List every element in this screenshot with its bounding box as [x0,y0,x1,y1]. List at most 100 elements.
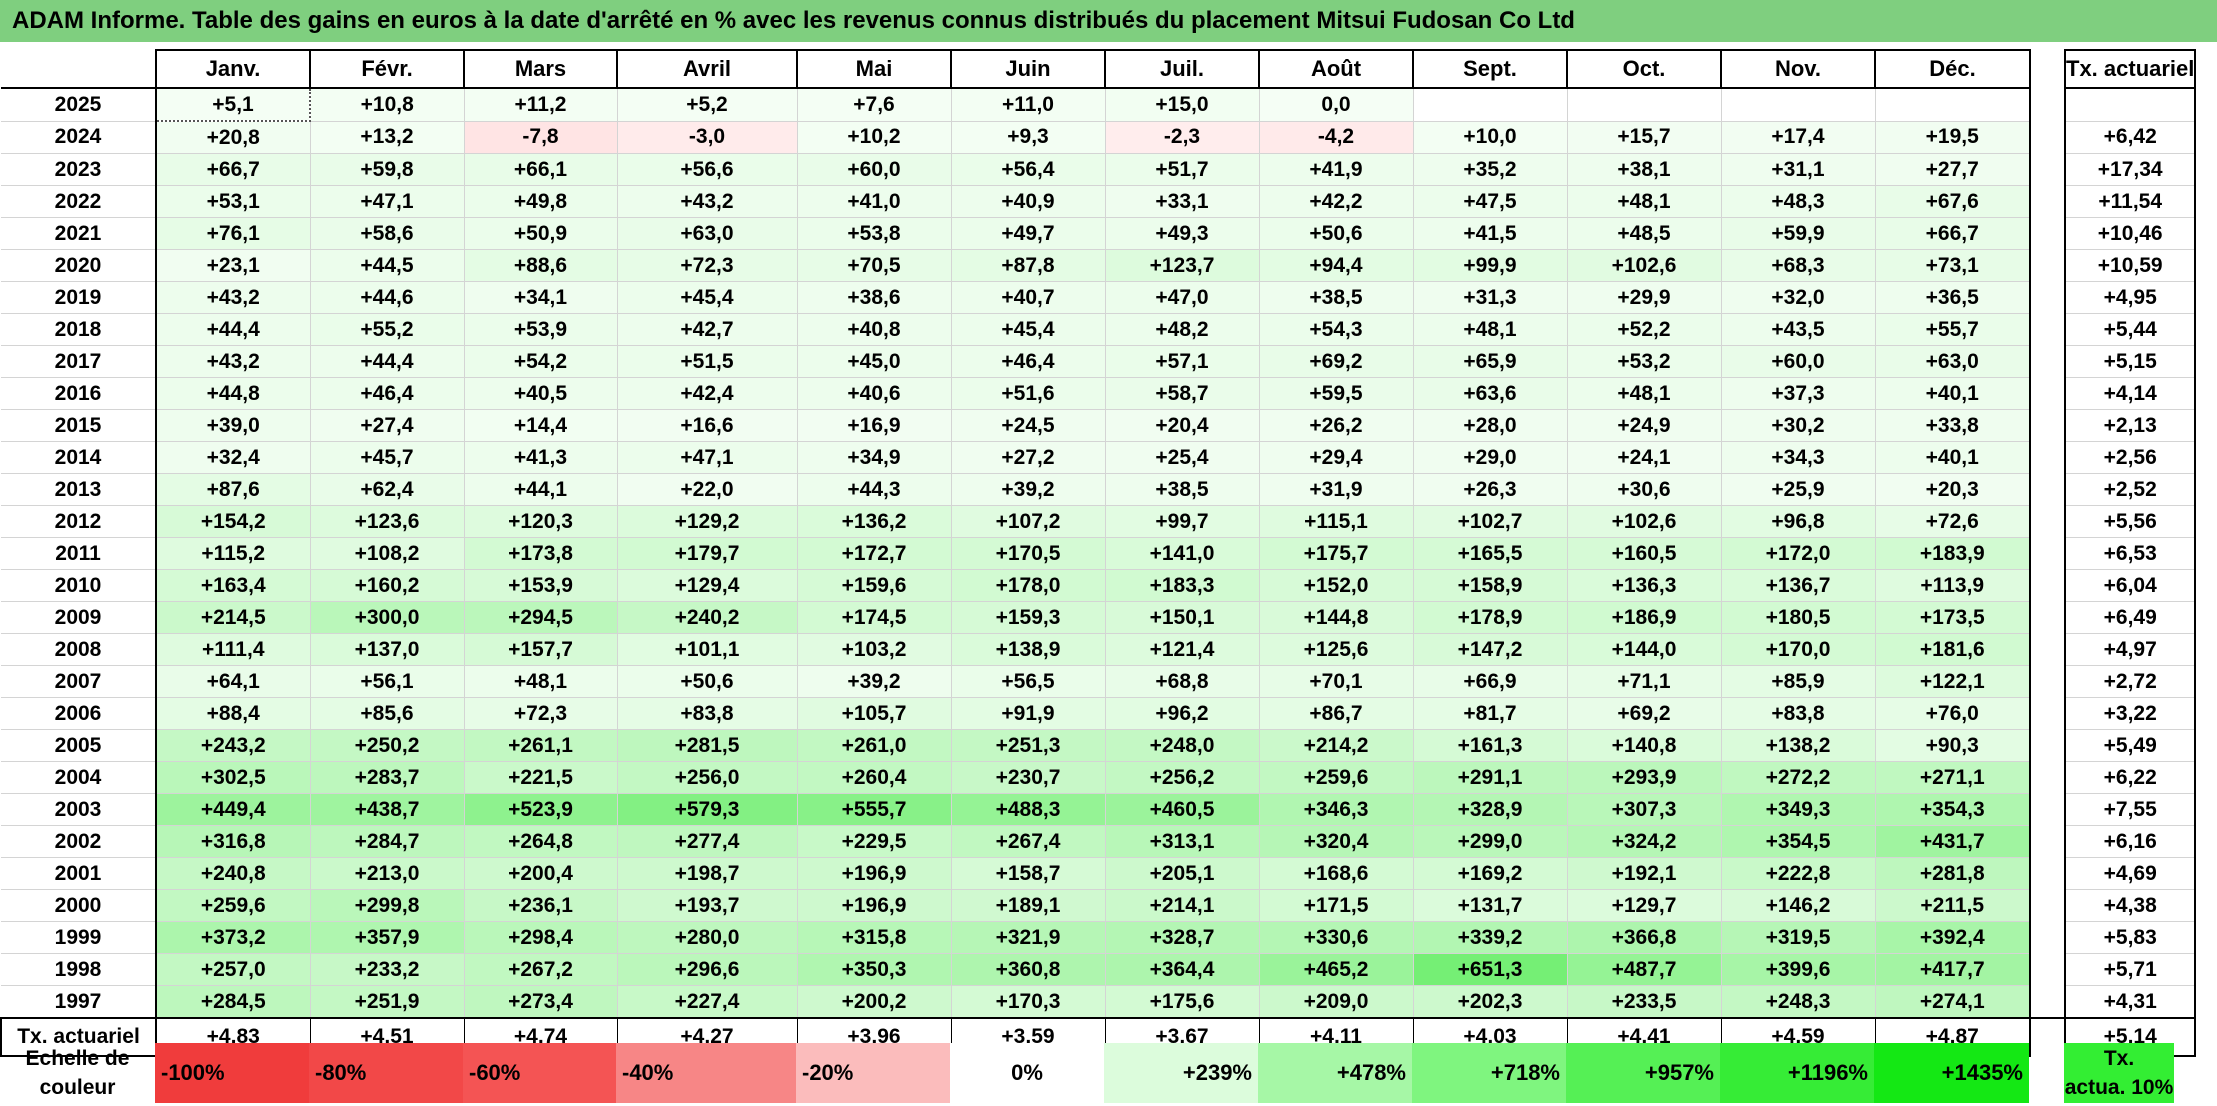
table-row: 2010 +163,4 +160,2 +153,9 +129,4 +159,6 +178,0… [1,569,2197,602]
gain-cell: +71,1 [1566,665,1722,698]
gain-cell: +250,2 [309,729,465,762]
table-row: 2022 +53,1 +47,1 +49,8 +43,2 +41,0 +40,9 +33,1 +… [1,185,2197,218]
gain-cell: +39,2 [950,473,1106,506]
gain-cell: +307,3 [1566,793,1722,826]
gain-cell: +137,0 [309,633,465,666]
actuarial-rate-cell [2063,87,2197,122]
table-row: 2020 +23,1 +44,5 +88,6 +72,3 +70,5 +87,8 +123,7… [1,249,2197,282]
gain-cell: +211,5 [1874,889,2031,922]
gain-cell: +40,9 [950,185,1106,218]
gain-cell: +62,4 [309,473,465,506]
color-scale-step: 0% [950,1043,1104,1103]
actuarial-header: Tx. actuariel [2063,49,2197,89]
gain-cell: +15,0 [1104,87,1260,122]
gain-cell: +56,1 [309,665,465,698]
gain-cell: +523,9 [463,793,618,826]
actuarial-rate-cell: +2,72 [2063,665,2197,698]
color-scale-legend: Echelle de couleur -100% -80% -60% -40% -20%… [0,1043,2174,1103]
gain-cell: +99,9 [1412,249,1568,282]
gain-cell: +66,7 [155,153,311,186]
gain-cell: +163,4 [155,569,311,602]
gain-cell: +63,6 [1412,377,1568,410]
gain-cell: +131,7 [1412,889,1568,922]
table-row: 2007 +64,1 +56,1 +48,1 +50,6 +39,2 +56,5 +68,8 +… [1,665,2197,698]
gain-cell: +66,7 [1874,217,2031,250]
actuarial-rate-cell: +5,15 [2063,345,2197,378]
gain-cell: +66,1 [463,153,618,186]
gain-cell: +248,0 [1104,729,1260,762]
gain-cell: +34,3 [1720,441,1876,474]
year-cell: 2020 [1,249,157,282]
gain-cell: +236,1 [463,889,618,922]
gain-cell: +46,4 [309,377,465,410]
gain-cell: +30,2 [1720,409,1876,442]
column-gap [2030,985,2065,1019]
gain-cell: +438,7 [309,793,465,826]
gain-cell: +45,7 [309,441,465,474]
month-header: Oct. [1566,49,1722,89]
gain-cell: +158,7 [950,857,1106,890]
column-gap [2030,761,2065,794]
gain-cell: +42,2 [1258,185,1414,218]
gain-cell: +160,5 [1566,537,1722,570]
gain-cell: +161,3 [1412,729,1568,762]
gain-cell: +214,1 [1104,889,1260,922]
gain-cell: +129,2 [616,505,798,538]
gain-cell: +267,2 [463,953,618,986]
gain-cell: +293,9 [1566,761,1722,794]
gain-cell: +41,9 [1258,153,1414,186]
gain-cell: +240,8 [155,857,311,890]
gain-cell: 0,0 [1258,87,1414,122]
gain-cell: +86,7 [1258,697,1414,730]
gain-cell: +60,0 [796,153,952,186]
actuarial-rate-cell: +5,44 [2063,313,2197,346]
gain-cell: +31,3 [1412,281,1568,314]
year-cell: 2004 [1,761,157,794]
gain-cell: +160,2 [309,569,465,602]
table-row: 2004 +302,5 +283,7 +221,5 +256,0 +260,4 +230,7… [1,761,2197,794]
gain-cell: +40,5 [463,377,618,410]
gain-cell: +38,5 [1258,281,1414,314]
gain-cell: +154,2 [155,505,311,538]
gain-cell: +29,9 [1566,281,1722,314]
table-row: 2000 +259,6 +299,8 +236,1 +193,7 +196,9 +189,1… [1,889,2197,922]
gain-cell: +43,2 [155,345,311,378]
table-row: 2002 +316,8 +284,7 +264,8 +277,4 +229,5 +267,4… [1,825,2197,858]
gain-cell: +44,8 [155,377,311,410]
actuarial-rate-cell: +6,22 [2063,761,2197,794]
table-row: 2012 +154,2 +123,6 +120,3 +129,2 +136,2 +107,2… [1,505,2197,538]
gain-cell: +27,7 [1874,153,2031,186]
gain-cell: +173,8 [463,537,618,570]
actuarial-swatch-line1: Tx. [2103,1047,2135,1070]
actuarial-rate-cell: +6,16 [2063,825,2197,858]
gain-cell: +38,1 [1566,153,1722,186]
gain-cell: +87,6 [155,473,311,506]
gain-cell: +180,5 [1720,601,1876,634]
gain-cell: +296,6 [616,953,798,986]
gain-cell [1412,87,1568,122]
gain-cell: +51,6 [950,377,1106,410]
gain-cell: +32,0 [1720,281,1876,314]
column-gap [2030,569,2065,602]
gain-cell: +136,2 [796,505,952,538]
gain-cell: +136,3 [1566,569,1722,602]
month-header: Juil. [1104,49,1260,89]
gain-cell: +129,7 [1566,889,1722,922]
table-row: 2009 +214,5 +300,0 +294,5 +240,2 +174,5 +159,3… [1,601,2197,634]
gain-cell: +34,1 [463,281,618,314]
color-scale-step: -60% [463,1043,616,1103]
gain-cell: +357,9 [309,921,465,954]
gain-cell: +178,9 [1412,601,1568,634]
table-row: 1998 +257,0 +233,2 +267,2 +296,6 +350,3 +360,8… [1,953,2197,986]
gain-cell: +48,1 [463,665,618,698]
year-cell: 2015 [1,409,157,442]
gain-cell: +96,2 [1104,697,1260,730]
gain-cell: +108,2 [309,537,465,570]
color-scale-step: +957% [1566,1043,1720,1103]
gain-cell: +70,5 [796,249,952,282]
gain-cell: +14,4 [463,409,618,442]
gain-cell: +146,2 [1720,889,1876,922]
gain-cell: +298,4 [463,921,618,954]
gain-cell: +123,6 [309,505,465,538]
gain-cell: +70,1 [1258,665,1414,698]
